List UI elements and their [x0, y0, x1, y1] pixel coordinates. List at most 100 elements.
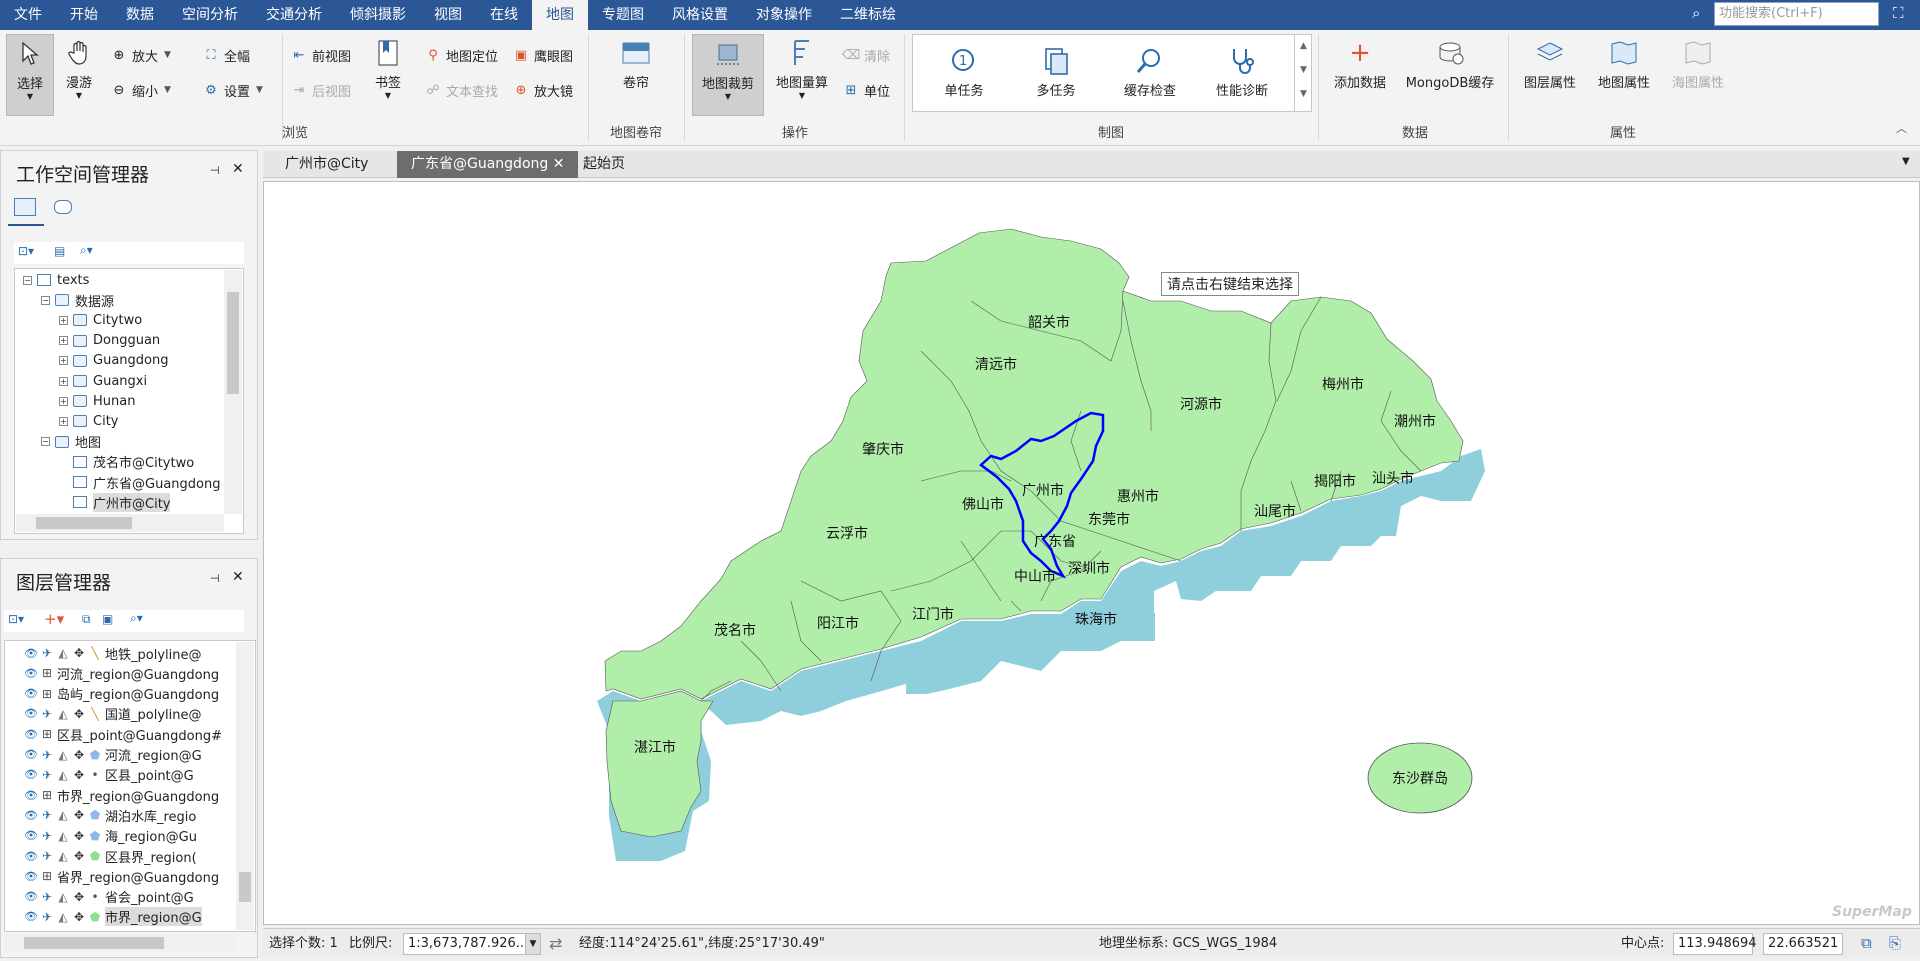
expand-icon[interactable]: + [59, 396, 68, 406]
pan-button[interactable]: 漫游 ▼ [58, 34, 100, 100]
search-icon[interactable]: ⌕▾ [80, 243, 93, 258]
expand-icon[interactable]: + [59, 315, 68, 325]
multi-task-button[interactable]: 多任务 [1020, 42, 1092, 99]
menu-8[interactable]: 地图 [532, 0, 588, 30]
pin-icon[interactable]: ⊣ [210, 572, 220, 585]
layer-vscroll[interactable] [236, 642, 254, 930]
visibility-eye-icon[interactable]: 👁 [23, 870, 39, 883]
tree-item[interactable]: + Guangdong [59, 351, 168, 371]
menu-7[interactable]: 在线 [476, 0, 532, 30]
layer-group-icon[interactable]: ⊡▾ [8, 612, 24, 626]
visibility-eye-icon[interactable]: 👁 [23, 789, 39, 802]
editable-icon[interactable]: ◭ [55, 768, 71, 782]
layer-row[interactable]: 👁 ✈ ◭ ✥ ⬟ 市界_region@G [5, 907, 240, 927]
visibility-eye-icon[interactable]: 👁 [23, 748, 39, 761]
bookmark-button[interactable]: 书签 ▼ [366, 34, 410, 100]
layer-row[interactable]: 👁 ✈ ◭ ✥ ╲ 地铁_polyline@ [5, 643, 240, 663]
layer-row[interactable]: 👁 ✈ ◭ ✥ ⬟ 海_region@Gu [5, 826, 240, 846]
layer-row[interactable]: 👁 ⊞ 河流_region@Guangdong [5, 663, 240, 683]
visibility-eye-icon[interactable]: 👁 [23, 809, 39, 822]
expand-icon[interactable]: − [41, 295, 50, 305]
layer-hscroll[interactable] [4, 934, 236, 952]
snap-icon[interactable]: ✥ [71, 768, 87, 782]
menu-1[interactable]: 开始 [56, 0, 112, 30]
menu-5[interactable]: 倾斜摄影 [336, 0, 420, 30]
editable-icon[interactable]: ◭ [55, 748, 71, 762]
editable-icon[interactable]: ◭ [55, 910, 71, 924]
tree-item[interactable]: 茂名市@Citytwo [59, 452, 194, 472]
editable-icon[interactable]: ◭ [55, 829, 71, 843]
selectable-icon[interactable]: ✈ [39, 890, 55, 904]
snap-icon[interactable]: ✥ [71, 646, 87, 660]
snap-icon[interactable]: ✥ [71, 829, 87, 843]
scale-dropdown[interactable]: ▼ [525, 933, 541, 955]
menu-2[interactable]: 数据 [112, 0, 168, 30]
doc-tab[interactable]: 广州市@City [271, 151, 382, 178]
swap-icon[interactable]: ⇄ [549, 934, 562, 953]
layer-row[interactable]: 👁 ⊞ 岛屿_region@Guangdong [5, 684, 240, 704]
search-icon[interactable]: ⌕ [1692, 4, 1700, 22]
tree-item[interactable]: + Guangxi [59, 371, 147, 391]
close-icon[interactable]: ✕ [232, 161, 244, 177]
zoom-in-button[interactable]: ⊕ 放大 ▼ [110, 44, 171, 66]
visibility-eye-icon[interactable]: 👁 [23, 728, 39, 741]
layer-row[interactable]: 👁 ⊞ 市界_region@Guangdong [5, 785, 240, 805]
expand-icon[interactable]: + [59, 336, 68, 346]
layer-row[interactable]: 👁 ✈ ◭ ✥ ╲ 国道_polyline@ [5, 704, 240, 724]
tab-overflow-icon[interactable]: ▼ [1902, 156, 1910, 167]
map-clip-button[interactable]: 地图裁剪 ▼ [692, 34, 764, 116]
layer-props-button[interactable]: 图层属性 [1516, 34, 1584, 91]
layer-row[interactable]: 👁 ✈ ◭ ✥ • 省会_point@G [5, 887, 240, 907]
editable-icon[interactable]: ◭ [55, 808, 71, 822]
tree-item[interactable]: + City [59, 411, 118, 431]
tree-item[interactable]: + Hunan [59, 391, 135, 411]
visibility-eye-icon[interactable]: 👁 [23, 890, 39, 903]
new-icon[interactable]: ▤ [54, 244, 65, 258]
close-tab-icon[interactable]: ✕ [548, 156, 565, 172]
visibility-eye-icon[interactable]: 👁 [23, 910, 39, 923]
magnifier-button[interactable]: ⊕ 放大镜 [512, 79, 573, 101]
menu-12[interactable]: 二维标绘 [826, 0, 910, 30]
select-button[interactable]: 选择 ▼ [6, 34, 54, 116]
selectable-icon[interactable]: ✈ [39, 646, 55, 660]
diagnose-button[interactable]: 性能诊断 [1204, 42, 1280, 99]
resource-tab-icon[interactable] [54, 200, 72, 214]
next-view-button[interactable]: ⇥ 后视图 [290, 79, 351, 101]
image-layer-icon[interactable]: ▣ [102, 612, 113, 626]
open-icon[interactable]: ⊡▾ [18, 244, 34, 258]
close-icon[interactable]: ✕ [232, 569, 244, 585]
selectable-icon[interactable]: ✈ [39, 768, 55, 782]
selectable-icon[interactable]: ✈ [39, 829, 55, 843]
layer-row[interactable]: 👁 ✈ ◭ ✥ • 区县_point@G [5, 765, 240, 785]
tree-vscroll[interactable] [224, 270, 242, 514]
menu-3[interactable]: 空间分析 [168, 0, 252, 30]
selectable-icon[interactable]: ✈ [39, 910, 55, 924]
visibility-eye-icon[interactable]: 👁 [23, 850, 39, 863]
visibility-eye-icon[interactable]: 👁 [23, 687, 39, 700]
collapse-ribbon-icon[interactable]: ︿ [1896, 120, 1907, 136]
cache-check-button[interactable]: 缓存检查 [1112, 42, 1188, 99]
visibility-eye-icon[interactable]: 👁 [23, 768, 39, 781]
center-y[interactable]: 22.663521 [1763, 933, 1843, 955]
editable-icon[interactable]: ◭ [55, 890, 71, 904]
center-x[interactable]: 113.948694 [1673, 933, 1757, 955]
selectable-icon[interactable]: ✈ [39, 748, 55, 762]
tree-item[interactable]: − texts [23, 270, 89, 290]
eagle-eye-button[interactable]: ▣ 鹰眼图 [512, 44, 573, 66]
clear-button[interactable]: ⌫ 清除 [842, 44, 890, 66]
zoom-out-button[interactable]: ⊖ 缩小 ▼ [110, 79, 171, 101]
map-view[interactable]: 韶关市 清远市 河源市 梅州市 潮州市 肇庆市 揭阳市 汕头市 佛山市 广州市 惠州市 汕尾市 东莞市广… [263, 181, 1920, 925]
visibility-eye-icon[interactable]: 👁 [23, 707, 39, 720]
gallery-scroll[interactable]: ▲ ▼ ▼ [1294, 34, 1312, 112]
layer-row[interactable]: 👁 ⊞ 省界_region@Guangdong [5, 866, 240, 886]
text-search-button[interactable]: ☍ 文本查找 [424, 79, 498, 101]
visibility-eye-icon[interactable]: 👁 [23, 667, 39, 680]
visibility-eye-icon[interactable]: 👁 [23, 829, 39, 842]
tree-item[interactable]: − 数据源 [41, 290, 114, 310]
layer-row[interactable]: 👁 ⊞ 区县_point@Guangdong# [5, 724, 240, 744]
menu-11[interactable]: 对象操作 [742, 0, 826, 30]
prev-view-button[interactable]: ⇤ 前视图 [290, 44, 351, 66]
add-data-button[interactable]: + 添加数据 [1326, 34, 1394, 91]
expand-icon[interactable]: − [41, 437, 50, 447]
snap-icon[interactable]: ✥ [71, 707, 87, 721]
